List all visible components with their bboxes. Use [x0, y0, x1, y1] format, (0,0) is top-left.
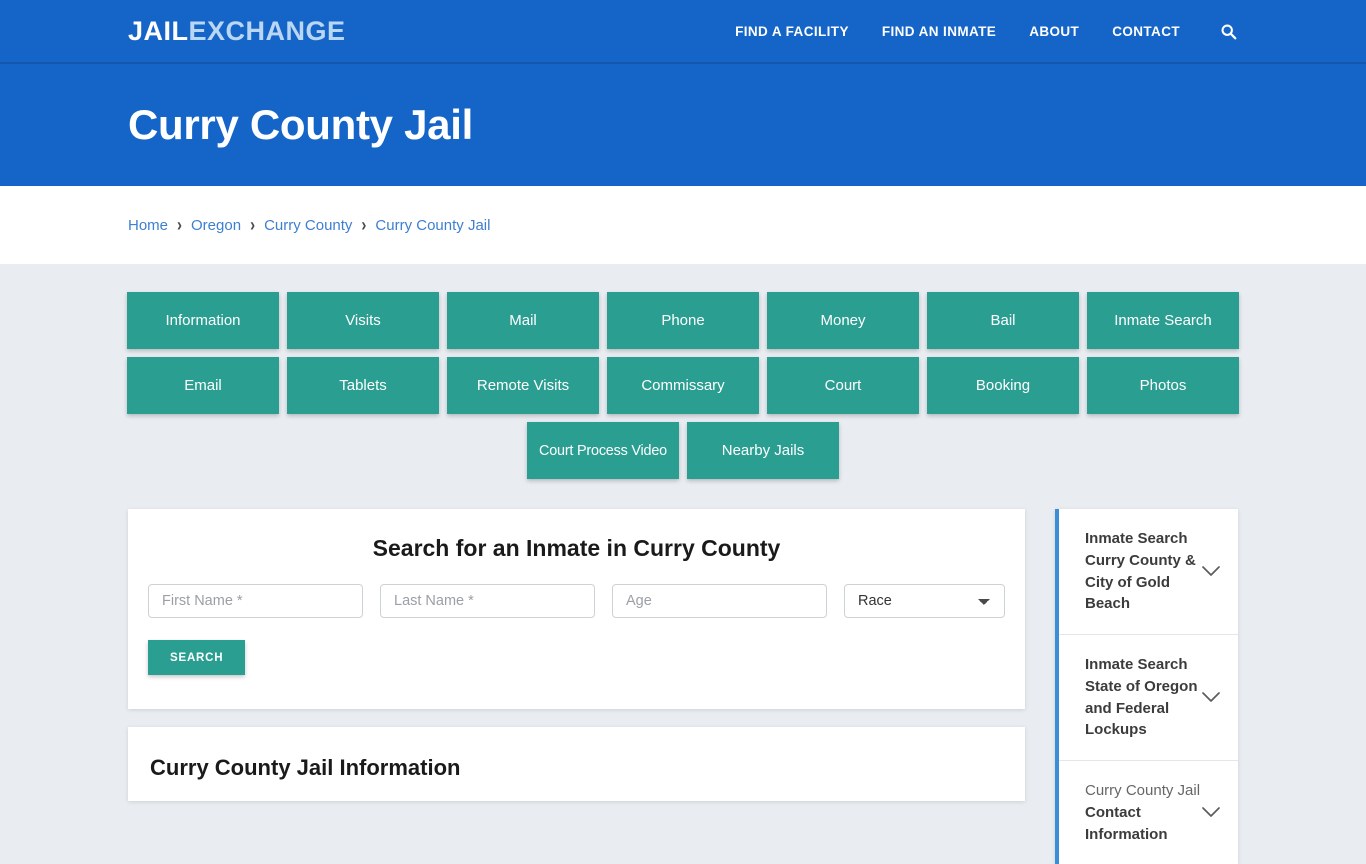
accordion-item-text: Curry County Jail Contact Information [1085, 780, 1202, 845]
first-name-input[interactable] [148, 584, 363, 618]
tile-row-3: Court Process Video Nearby Jails [128, 422, 1238, 479]
jail-information-heading: Curry County Jail Information [150, 755, 461, 780]
tile-court[interactable]: Court [767, 357, 919, 414]
tile-remote-visits[interactable]: Remote Visits [447, 357, 599, 414]
page-title: Curry County Jail [128, 101, 473, 148]
search-button[interactable]: SEARCH [148, 640, 246, 675]
accordion-item-contact-information[interactable]: Curry County Jail Contact Information [1059, 761, 1238, 864]
breadcrumb-separator-icon: › [177, 214, 183, 236]
tile-nearby-jails[interactable]: Nearby Jails [687, 422, 839, 479]
main-content: Search for an Inmate in Curry County Rac… [0, 487, 1366, 864]
accordion-item-line2: Curry County & City of Gold Beach [1085, 551, 1196, 613]
main-navigation: FIND A FACILITY FIND AN INMATE ABOUT CON… [735, 21, 1238, 41]
tile-court-process-video[interactable]: Court Process Video [527, 422, 679, 479]
tile-mail[interactable]: Mail [447, 292, 599, 349]
tile-photos[interactable]: Photos [1087, 357, 1239, 414]
breadcrumb: Home › Oregon › Curry County › Curry Cou… [128, 214, 490, 236]
section-nav-tiles: Information Visits Mail Phone Money Bail… [0, 264, 1366, 479]
right-column: Inmate Search Curry County & City of Gol… [1055, 509, 1238, 864]
accordion-item-text: Inmate Search Curry County & City of Gol… [1085, 528, 1202, 615]
tile-bail[interactable]: Bail [927, 292, 1079, 349]
breadcrumb-item-home[interactable]: Home [128, 217, 168, 234]
tile-phone[interactable]: Phone [607, 292, 759, 349]
accordion-item-inmate-search-county[interactable]: Inmate Search Curry County & City of Gol… [1059, 509, 1238, 635]
accordion-item-line1: Inmate Search [1085, 530, 1188, 547]
chevron-down-icon[interactable] [1202, 807, 1220, 818]
nav-item-contact[interactable]: CONTACT [1112, 24, 1180, 39]
accordion-item-line1: Inmate Search [1085, 656, 1188, 673]
age-input[interactable] [612, 584, 827, 618]
tile-row-2: Email Tablets Remote Visits Commissary C… [127, 357, 1239, 414]
accordion-item-line1: Curry County Jail [1085, 782, 1201, 799]
breadcrumb-item-curry-county-jail[interactable]: Curry County Jail [375, 217, 490, 234]
chevron-down-icon[interactable] [1202, 692, 1220, 703]
search-icon[interactable] [1218, 21, 1238, 41]
site-header: JAILEXCHANGE FIND A FACILITY FIND AN INM… [0, 0, 1366, 64]
accordion-item-text: Inmate Search State of Oregon and Federa… [1085, 654, 1202, 741]
nav-item-find-a-facility[interactable]: FIND A FACILITY [735, 24, 849, 39]
chevron-down-icon[interactable] [1202, 566, 1220, 577]
accordion-item-line2: Contact Information [1085, 803, 1168, 843]
breadcrumb-item-oregon[interactable]: Oregon [191, 217, 241, 234]
breadcrumb-item-curry-county[interactable]: Curry County [264, 217, 352, 234]
nav-item-about[interactable]: ABOUT [1029, 24, 1079, 39]
tile-visits[interactable]: Visits [287, 292, 439, 349]
tile-email[interactable]: Email [127, 357, 279, 414]
last-name-input[interactable] [380, 584, 595, 618]
search-form-fields: Race [148, 584, 1005, 618]
jail-information-card: Curry County Jail Information [128, 727, 1025, 801]
search-card-heading: Search for an Inmate in Curry County [372, 535, 781, 561]
tile-tablets[interactable]: Tablets [287, 357, 439, 414]
page-title-band: Curry County Jail [0, 64, 1366, 186]
logo-text-secondary: EXCHANGE [188, 15, 346, 46]
sidebar-accordion: Inmate Search Curry County & City of Gol… [1055, 509, 1238, 864]
site-logo[interactable]: JAILEXCHANGE [128, 16, 346, 47]
nav-item-find-an-inmate[interactable]: FIND AN INMATE [882, 24, 996, 39]
logo-text-primary: JAIL [128, 15, 189, 46]
left-column: Search for an Inmate in Curry County Rac… [128, 509, 1025, 801]
tile-money[interactable]: Money [767, 292, 919, 349]
accordion-item-inmate-search-state[interactable]: Inmate Search State of Oregon and Federa… [1059, 635, 1238, 761]
accordion-item-line2: State of Oregon and Federal Lockups [1085, 677, 1198, 739]
breadcrumb-separator-icon: › [361, 214, 367, 236]
breadcrumb-separator-icon: › [250, 214, 256, 236]
tile-inmate-search[interactable]: Inmate Search [1087, 292, 1239, 349]
tile-booking[interactable]: Booking [927, 357, 1079, 414]
tile-commissary[interactable]: Commissary [607, 357, 759, 414]
tile-row-1: Information Visits Mail Phone Money Bail… [127, 292, 1239, 349]
tile-information[interactable]: Information [127, 292, 279, 349]
race-select[interactable]: Race [844, 584, 1005, 618]
inmate-search-card: Search for an Inmate in Curry County Rac… [128, 509, 1025, 709]
breadcrumb-band: Home › Oregon › Curry County › Curry Cou… [0, 186, 1366, 264]
